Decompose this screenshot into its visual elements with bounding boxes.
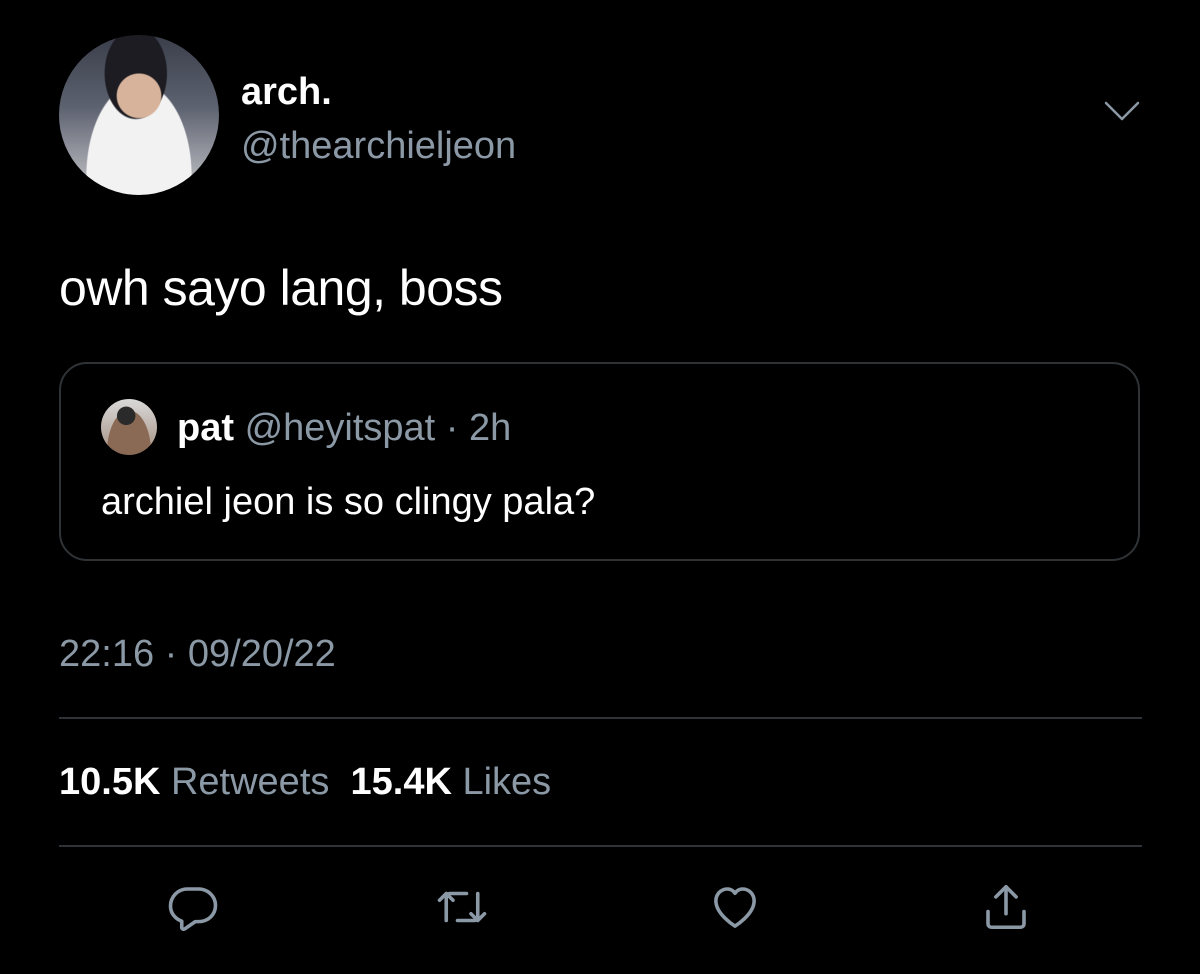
timestamp-separator: · (154, 633, 188, 675)
quoted-tweet-text: archiel jeon is so clingy pala? (101, 481, 596, 523)
heart-icon (714, 887, 756, 928)
retweets-label: Retweets (170, 761, 330, 803)
author-handle[interactable]: @thearchieljeon (241, 124, 516, 168)
share-icon (986, 884, 1026, 930)
tweet-date: 09/20/22 (187, 633, 336, 675)
reply-button[interactable] (163, 877, 223, 937)
tweet-detail: arch. @thearchieljeon owh sayo lang, bos… (0, 0, 1200, 974)
author-avatar[interactable] (59, 35, 219, 195)
share-button[interactable] (976, 877, 1036, 937)
tweet-timestamp: 22:16 · 09/20/22 (59, 632, 336, 676)
tweet-text: owh sayo lang, boss (59, 260, 503, 316)
retweet-button[interactable] (432, 877, 492, 937)
retweet-icon (437, 891, 487, 923)
quoted-author-name: pat (177, 407, 234, 449)
retweets-stat[interactable]: 10.5K Retweets (59, 761, 329, 803)
reply-icon (168, 887, 218, 931)
divider-top (59, 717, 1142, 719)
quoted-author-avatar (101, 399, 157, 455)
divider-bottom (59, 845, 1142, 847)
likes-label: Likes (462, 761, 552, 803)
retweets-count: 10.5K (59, 761, 161, 803)
quoted-meta-separator: · (435, 407, 470, 449)
tweet-time: 22:16 (59, 633, 155, 675)
like-button[interactable] (705, 877, 765, 937)
quoted-tweet-age: 2h (469, 407, 512, 449)
likes-stat[interactable]: 15.4K Likes (351, 761, 552, 803)
likes-count: 15.4K (350, 761, 452, 803)
quoted-tweet-header: pat @heyitspat · 2h (177, 406, 511, 450)
chevron-down-icon[interactable] (1103, 100, 1141, 122)
quoted-tweet-card[interactable]: pat @heyitspat · 2h archiel jeon is so c… (59, 362, 1140, 561)
author-display-name[interactable]: arch. (241, 70, 332, 114)
quoted-author-handle: @heyitspat (244, 407, 436, 449)
tweet-stats: 10.5K Retweets 15.4K Likes (59, 760, 551, 804)
